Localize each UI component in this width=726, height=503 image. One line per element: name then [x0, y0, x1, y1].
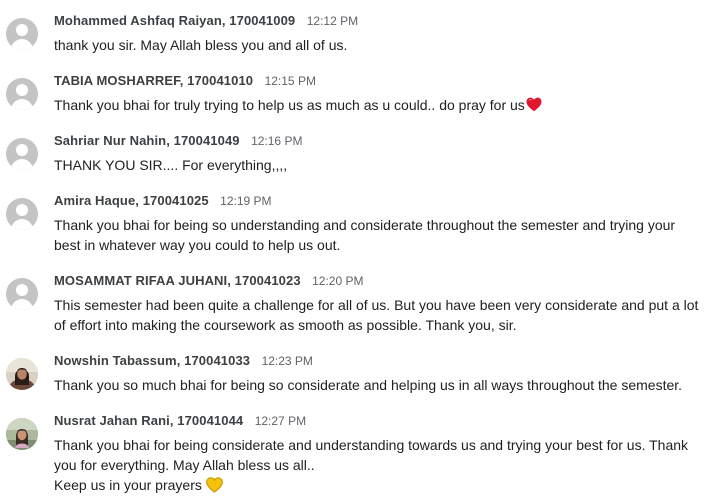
comment-author: TABIA MOSHARREF, 170041010 [54, 73, 254, 88]
avatar[interactable] [6, 78, 38, 110]
comment-timestamp: 12:23 PM [261, 354, 313, 368]
comment-timestamp: 12:12 PM [306, 14, 359, 28]
comment-author: Amira Haque, 170041025 [54, 193, 209, 208]
comment-text-line: This semester had been quite a challenge… [54, 297, 699, 313]
comment-text: Thank you bhai for being considerate and… [54, 435, 714, 495]
avatar[interactable] [6, 418, 38, 450]
comment-author: Sahriar Nur Nahin, 170041049 [54, 133, 240, 148]
comment-text-line: you for everything. May Allah bless us a… [54, 457, 315, 473]
comment-author: MOSAMMAT RIFAA JUHANI, 170041023 [54, 273, 301, 288]
yellow-heart-icon [205, 477, 223, 493]
comment-text-content: Thank you bhai for truly trying to help … [54, 97, 525, 113]
profile-photo-icon [6, 418, 38, 450]
comment-text: thank you sir. May Allah bless you and a… [54, 37, 348, 53]
comment-author: Mohammed Ashfaq Raiyan, 170041009 [54, 13, 296, 28]
comment-text-line: of effort into making the coursework as … [54, 317, 517, 333]
comment-text: Thank you bhai for truly trying to help … [54, 95, 714, 115]
comment-author: Nowshin Tabassum, 170041033 [54, 353, 251, 368]
avatar[interactable] [6, 278, 38, 310]
avatar[interactable] [6, 358, 38, 390]
comment-text-line-wrap: Keep us in your prayers [54, 475, 714, 495]
profile-photo-icon [6, 358, 38, 390]
comment-text-line: best in whatever way you could to help u… [54, 237, 341, 253]
comment-text: Thank you so much bhai for being so cons… [54, 377, 683, 393]
comment-text: Thank you bhai for being so understandin… [54, 215, 714, 255]
comment-author: Nusrat Jahan Rani, 170041044 [54, 413, 244, 428]
comment-text-line: Thank you bhai for being considerate and… [54, 437, 689, 453]
comment-timestamp: 12:20 PM [312, 274, 364, 288]
comment-text: This semester had been quite a challenge… [54, 295, 714, 335]
red-heart-icon [526, 97, 542, 112]
comment-text-line: Thank you bhai for being so understandin… [54, 217, 676, 233]
avatar[interactable] [6, 18, 38, 50]
comment-timestamp: 12:19 PM [220, 194, 272, 208]
comment-timestamp: 12:16 PM [251, 134, 303, 148]
avatar[interactable] [6, 198, 38, 230]
comment-timestamp: 12:27 PM [254, 414, 307, 428]
comment-text: THANK YOU SIR.... For everything,,,, [54, 157, 288, 173]
avatar[interactable] [6, 138, 38, 170]
comment-text-line: Keep us in your prayers [54, 477, 202, 493]
comment-timestamp: 12:15 PM [264, 74, 316, 88]
